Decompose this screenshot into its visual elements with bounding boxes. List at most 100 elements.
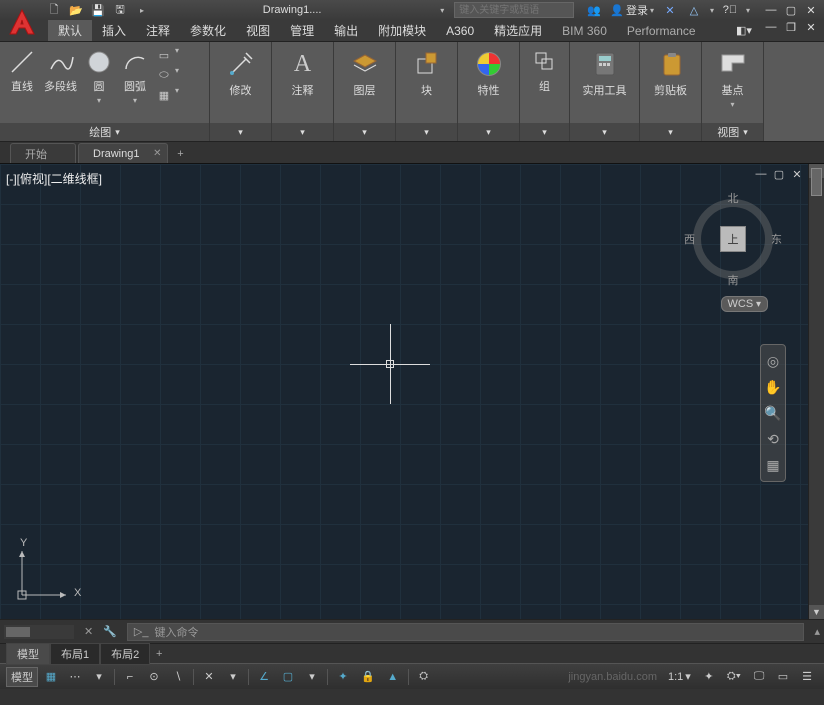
doc-minimize-button[interactable]: — xyxy=(762,20,780,34)
tab-parametric[interactable]: 参数化 xyxy=(180,20,236,41)
monitor-icon[interactable]: 🖵 xyxy=(748,667,770,687)
polartrack-dropdown-icon[interactable]: ▾ xyxy=(222,667,244,687)
viewcube-west[interactable]: 西 xyxy=(684,231,695,247)
tab-default[interactable]: 默认 xyxy=(48,20,92,41)
pan-icon[interactable]: ✋ xyxy=(763,377,783,397)
tab-addins[interactable]: 附加模块 xyxy=(368,20,436,41)
cmd-customize-icon[interactable]: 🔧 xyxy=(99,625,121,638)
zoom-icon[interactable]: 🔍 xyxy=(763,403,783,423)
group-button[interactable]: 组 xyxy=(529,46,561,96)
utilities-button[interactable]: 实用工具 xyxy=(581,46,629,100)
viewcube-south[interactable]: 南 xyxy=(728,272,739,288)
drawing-canvas[interactable]: [-][俯视][二维线框] — ▢ ✕ 上 北 南 东 西 WCS ▾ ◎ ✋ … xyxy=(0,164,808,619)
wcs-badge[interactable]: WCS ▾ xyxy=(721,296,768,312)
workspace-icon[interactable]: ⛭▾ xyxy=(722,667,746,687)
vp-minimize-icon[interactable]: — xyxy=(754,168,768,180)
scroll-thumb[interactable] xyxy=(811,168,822,196)
ribbon-options-icon[interactable]: ◧▾ xyxy=(734,20,754,41)
tab-a360[interactable]: A360 xyxy=(436,20,484,41)
arc-dropdown-icon[interactable]: ▾ xyxy=(133,96,137,105)
block-button[interactable]: 块 xyxy=(409,46,445,100)
polyline-button[interactable]: 多段线 xyxy=(42,46,79,96)
layout-1[interactable]: 布局1 xyxy=(50,643,100,665)
tab-performance[interactable]: Performance xyxy=(617,20,706,41)
panel-title-props[interactable]: ▾ xyxy=(458,123,519,141)
qat-more-icon[interactable]: ▸ xyxy=(134,2,150,18)
customization-icon[interactable]: ☰ xyxy=(796,667,818,687)
layers-button[interactable]: 图层 xyxy=(347,46,383,100)
tab-featured[interactable]: 精选应用 xyxy=(484,20,552,41)
panel-title-view[interactable]: 视图▾ xyxy=(702,123,763,141)
tab-output[interactable]: 输出 xyxy=(324,20,368,41)
layout-model[interactable]: 模型 xyxy=(6,643,50,665)
close-tab-icon[interactable]: ✕ xyxy=(153,148,161,159)
viewcube-east[interactable]: 东 xyxy=(771,231,782,247)
title-dropdown-icon[interactable]: ▾ xyxy=(434,2,450,18)
arc-button[interactable]: 圆弧 ▾ xyxy=(119,46,151,107)
hatch-icon[interactable]: ▦ xyxy=(155,86,173,104)
ellipse-icon[interactable]: ⬭ xyxy=(155,66,173,84)
lineweight-icon[interactable]: ✦ xyxy=(332,667,354,687)
iso-icon[interactable]: ∖ xyxy=(167,667,189,687)
clipboard-button[interactable]: 剪贴板 xyxy=(652,46,689,100)
vp-close-icon[interactable]: ✕ xyxy=(790,168,804,180)
panel-title-group[interactable]: ▾ xyxy=(520,123,569,141)
apps-dropdown-icon[interactable]: ▾ xyxy=(710,6,714,15)
search-input[interactable] xyxy=(454,2,574,18)
panel-title-layers[interactable]: ▾ xyxy=(334,123,395,141)
panel-title-block[interactable]: ▾ xyxy=(396,123,457,141)
new-tab-button[interactable]: + xyxy=(170,145,190,163)
tab-view[interactable]: 视图 xyxy=(236,20,280,41)
new-icon[interactable]: 🗋 xyxy=(46,2,62,18)
showmotion-icon[interactable]: ▦ xyxy=(763,455,783,475)
tab-insert[interactable]: 插入 xyxy=(92,20,136,41)
exchange-icon[interactable]: ✕ xyxy=(662,2,678,18)
vp-maximize-icon[interactable]: ▢ xyxy=(772,168,786,180)
layout-add-button[interactable]: + xyxy=(150,648,168,660)
osnap-dropdown-icon[interactable]: ▾ xyxy=(301,667,323,687)
scroll-down-icon[interactable]: ▼ xyxy=(809,605,824,619)
snap-toggle-icon[interactable]: ⋯ xyxy=(64,667,86,687)
polartrack-icon[interactable]: ✕ xyxy=(198,667,220,687)
login-button[interactable]: 👤 登录 ▾ xyxy=(610,2,654,18)
tab-start[interactable]: 开始 xyxy=(10,143,76,163)
command-input[interactable]: ▷_ 键入命令 xyxy=(127,623,805,641)
annotation-button[interactable]: A 注释 xyxy=(285,46,321,100)
panel-title-draw[interactable]: 绘图▾ xyxy=(0,123,209,141)
ortho-icon[interactable]: ⌐ xyxy=(119,667,141,687)
rect-icon[interactable]: ▭ xyxy=(155,46,173,64)
viewcube-north[interactable]: 北 xyxy=(728,190,739,206)
tab-bim360[interactable]: BIM 360 xyxy=(552,20,617,41)
doc-restore-button[interactable]: ❐ xyxy=(782,20,800,34)
close-button[interactable]: ✕ xyxy=(802,3,820,17)
horizontal-scrollbar[interactable] xyxy=(4,625,74,639)
cmd-close-icon[interactable]: ✕ xyxy=(78,625,99,638)
tab-annotate[interactable]: 注释 xyxy=(136,20,180,41)
properties-button[interactable]: 特性 xyxy=(471,46,507,100)
selection-icon[interactable]: ▲ xyxy=(382,667,404,687)
tab-drawing1[interactable]: Drawing1✕ xyxy=(78,143,168,163)
annovis-icon[interactable]: ✦ xyxy=(698,667,720,687)
infocenter-icon[interactable]: 👥 xyxy=(586,2,602,18)
panel-title-modify[interactable]: ▾ xyxy=(210,123,271,141)
scale-label[interactable]: 1:1▾ xyxy=(663,667,696,687)
nav-wheel-icon[interactable]: ◎ xyxy=(763,351,783,371)
line-button[interactable]: 直线 xyxy=(6,46,38,96)
help-dropdown-icon[interactable]: ▾ xyxy=(746,6,750,15)
transparency-icon[interactable]: 🔒 xyxy=(356,667,380,687)
panel-title-util[interactable]: ▾ xyxy=(570,123,639,141)
minimize-button[interactable]: — xyxy=(762,3,780,17)
osnap3d-icon[interactable]: ▢ xyxy=(277,667,299,687)
viewcube[interactable]: 上 北 南 东 西 xyxy=(688,194,778,284)
panel-title-annot[interactable]: ▾ xyxy=(272,123,333,141)
osnap-icon[interactable]: ∠ xyxy=(253,667,275,687)
circle-dropdown-icon[interactable]: ▾ xyxy=(97,96,101,105)
status-model[interactable]: 模型 xyxy=(6,667,38,687)
open-icon[interactable]: 📂 xyxy=(68,2,84,18)
polar-icon[interactable]: ⊙ xyxy=(143,667,165,687)
cmd-recent-icon[interactable]: ▴ xyxy=(810,625,824,638)
annoscale-icon[interactable]: ⛭ xyxy=(413,667,435,687)
vertical-scrollbar[interactable]: ▲ ▼ xyxy=(808,164,824,619)
maximize-button[interactable]: ▢ xyxy=(782,3,800,17)
basepoint-button[interactable]: 基点 ▾ xyxy=(715,46,751,111)
